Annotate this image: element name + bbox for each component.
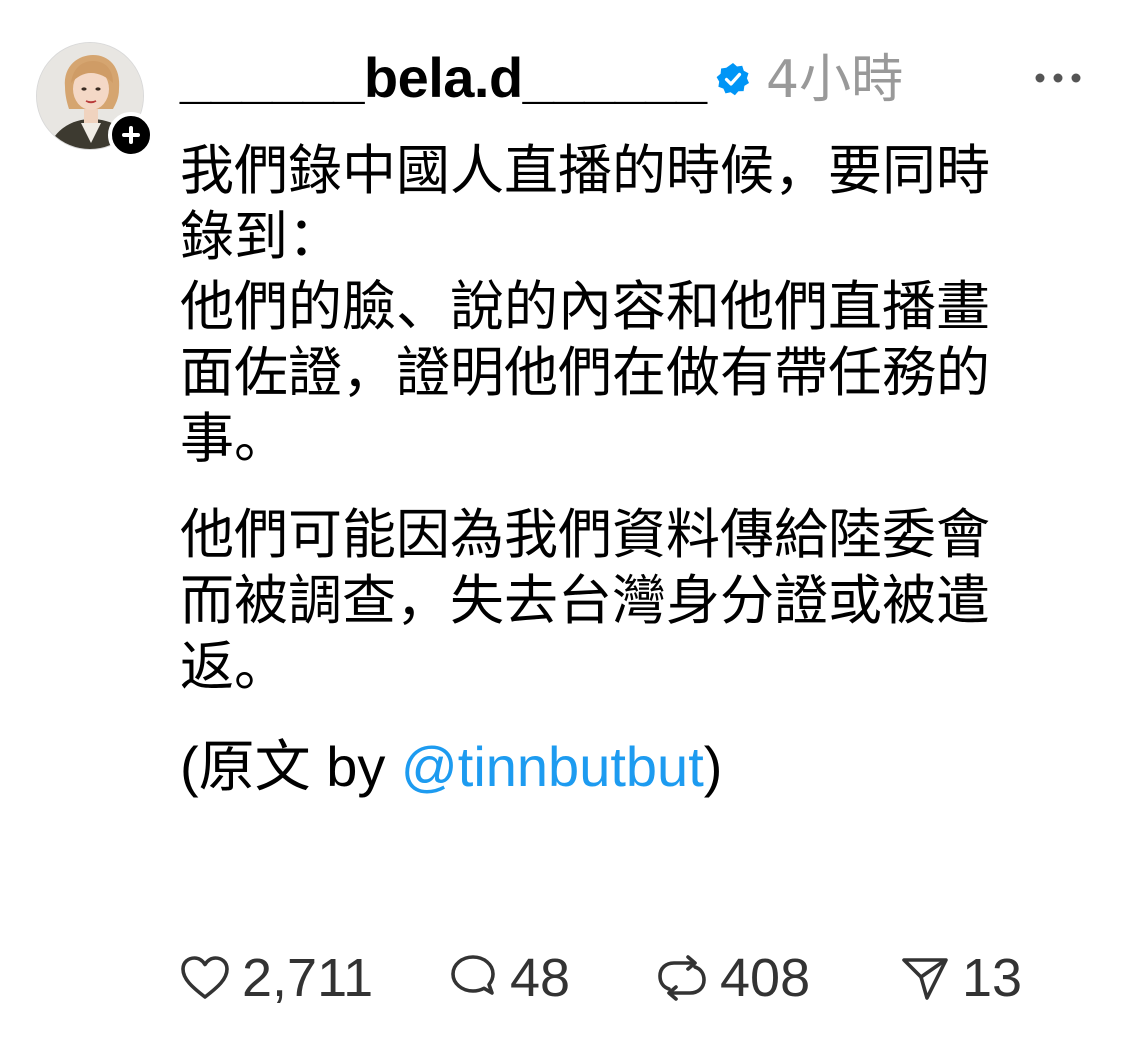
post-header: ______bela.d______ 4小時: [180, 40, 1090, 116]
post-paragraph: 我們錄中國人直播的時候，要同時 錄到：: [180, 139, 990, 268]
plus-icon: [122, 126, 140, 144]
mention-link[interactable]: @tinnbutbut: [401, 735, 704, 798]
heart-icon: [181, 956, 229, 999]
credit-suffix: ): [703, 735, 723, 798]
reply-button[interactable]: 48: [448, 946, 570, 1010]
action-bar: 2,711 48 408 13: [180, 946, 1080, 1010]
post-paragraph: 他們的臉、說的內容和他們直播畫 面佐證，證明他們在做有帶任務的 事。: [180, 275, 990, 470]
author-username[interactable]: ______bela.d______: [180, 46, 707, 110]
send-icon: [902, 958, 948, 1000]
share-count: 13: [962, 948, 1023, 1008]
author-avatar-container[interactable]: [36, 42, 154, 158]
source-credit: (原文 by @tinnbutbut): [180, 734, 1090, 800]
share-button[interactable]: 13: [900, 946, 1022, 1010]
comment-icon: [451, 955, 495, 995]
repost-icon: [658, 955, 706, 1001]
repost-button[interactable]: 408: [656, 946, 810, 1010]
follow-button[interactable]: [108, 112, 154, 158]
thread-post: ______bela.d______ 4小時 我們錄中國人直播的時候，要同時 錄…: [0, 0, 1125, 1051]
post-body: 我們錄中國人直播的時候，要同時 錄到： 他們的臉、說的內容和他們直播畫 面佐證，…: [180, 138, 1090, 800]
repost-count: 408: [720, 948, 811, 1008]
like-button[interactable]: 2,711: [180, 946, 373, 1010]
post-paragraph: 他們可能因為我們資料傳給陸委會 而被調查，失去台灣身分證或被遣 返。: [180, 503, 990, 698]
like-count: 2,711: [242, 948, 374, 1008]
credit-prefix: (原文 by: [180, 735, 401, 798]
more-horizontal-icon[interactable]: [1032, 70, 1084, 86]
reply-count: 48: [510, 948, 571, 1008]
post-timestamp: 4小時: [766, 50, 904, 110]
verified-badge-icon: [716, 63, 749, 96]
